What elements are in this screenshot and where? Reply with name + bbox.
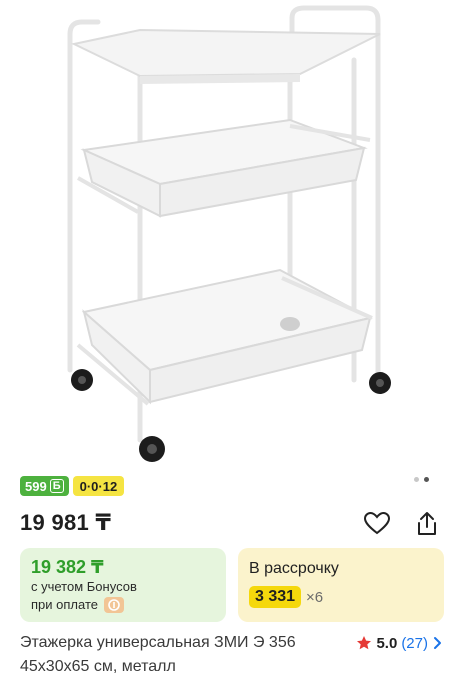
kaspi-icon	[103, 597, 124, 613]
gallery-pagination[interactable]	[414, 477, 429, 482]
gallery-dot-active[interactable]	[424, 477, 429, 482]
shelf-cart-illustration	[67, 5, 391, 462]
price-row: 19 981 ₸	[20, 509, 444, 541]
favorite-button[interactable]	[362, 509, 392, 539]
rating-link[interactable]: 5.0 (27)	[356, 631, 444, 655]
bonus-badge-value: 599	[25, 478, 47, 494]
share-button[interactable]	[412, 509, 442, 539]
installment-amount: 3 331	[249, 586, 302, 608]
product-title: Этажерка универсальная ЗМИ Э 356 45х30х6…	[20, 634, 296, 675]
heart-icon	[364, 512, 390, 535]
product-image[interactable]	[0, 0, 464, 470]
gallery-dot[interactable]	[414, 477, 419, 482]
rating-value: 5.0	[376, 634, 398, 652]
badges-row: 599 Б 0·0·12	[20, 476, 125, 496]
chevron-right-icon[interactable]	[432, 636, 444, 650]
product-title-row: Этажерка универсальная ЗМИ Э 356 45х30х6…	[20, 631, 444, 679]
bonus-badge: 599 Б	[20, 476, 69, 496]
share-icon	[418, 512, 436, 535]
bonus-symbol: Б	[49, 479, 64, 493]
installment-title: В рассрочку	[249, 560, 339, 577]
bonus-note-line2: при оплате	[31, 597, 98, 612]
review-count[interactable]: (27)	[401, 635, 428, 652]
bonus-price: 19 382 ₸	[31, 557, 104, 577]
installment-months: ×6	[306, 588, 324, 606]
bonus-price-card[interactable]: 19 382 ₸ с учетом Бонусов при оплате	[20, 548, 226, 622]
installment-card[interactable]: В рассрочку 3 331 ×6	[238, 548, 444, 622]
installment-badge: 0·0·12	[72, 476, 125, 496]
star-icon	[357, 636, 372, 650]
bonus-note-line1: с учетом Бонусов	[31, 579, 137, 594]
